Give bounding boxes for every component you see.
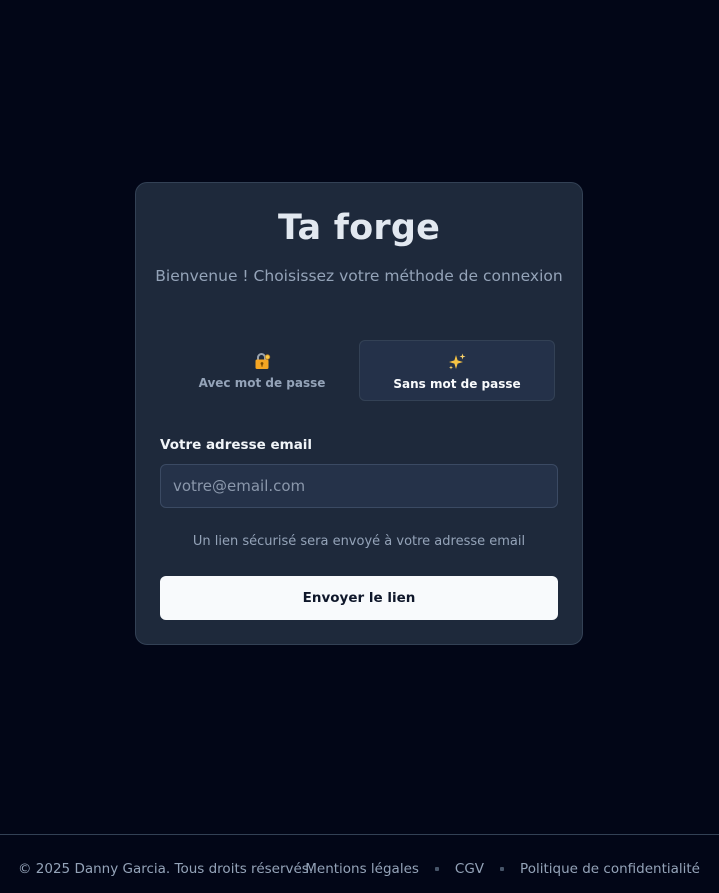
app-title: Ta forge: [277, 208, 441, 248]
lock-key-icon: [255, 353, 271, 369]
tab-password-login[interactable]: Avec mot de passe: [164, 340, 360, 401]
footer-links: Mentions légales CGV Politique de confid…: [305, 861, 700, 877]
login-card: Ta forge Bienvenue ! Choisissez votre mé…: [135, 182, 583, 645]
welcome-subtitle: Bienvenue ! Choisissez votre méthode de …: [155, 267, 563, 285]
footer-separator: [434, 867, 439, 871]
footer: © 2025 Danny Garcia. Tous droits réservé…: [0, 834, 719, 893]
email-field[interactable]: [160, 464, 558, 508]
privacy-policy-link[interactable]: Politique de confidentialité: [520, 861, 700, 877]
tab-passwordless-label: Sans mot de passe: [393, 377, 521, 391]
tab-password-label: Avec mot de passe: [198, 376, 326, 390]
send-link-button[interactable]: Envoyer le lien: [160, 576, 558, 620]
secure-link-hint: Un lien sécurisé sera envoyé à votre adr…: [192, 534, 526, 549]
sparkles-icon: [449, 353, 466, 370]
copyright-text: © 2025 Danny Garcia. Tous droits réservé…: [18, 861, 314, 877]
footer-separator: [500, 867, 505, 871]
email-field-label: Votre adresse email: [160, 437, 313, 453]
terms-link[interactable]: CGV: [455, 861, 484, 877]
legal-notice-link[interactable]: Mentions légales: [305, 861, 419, 877]
tab-passwordless-login[interactable]: Sans mot de passe: [359, 340, 555, 401]
